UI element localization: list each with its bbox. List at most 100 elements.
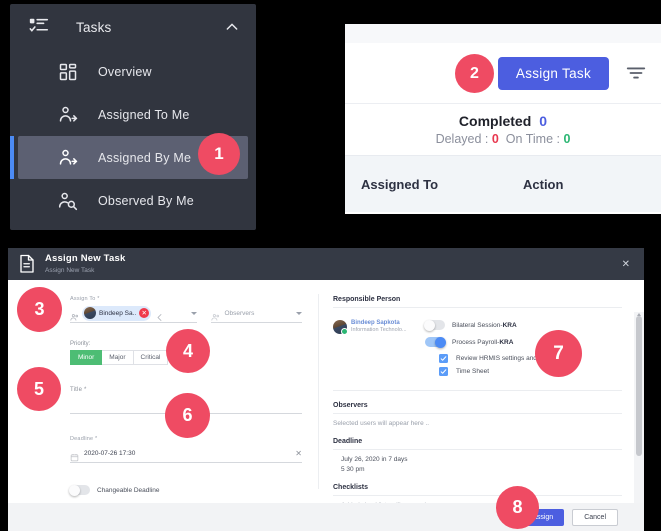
chevron-down-icon[interactable] xyxy=(191,311,198,315)
observers-placeholder-text: Selected users will appear here .. xyxy=(333,420,430,427)
clear-deadline-icon[interactable]: ✕ xyxy=(295,449,302,458)
person-text: Bindeep Sapkota Information Technolo... xyxy=(351,320,407,380)
deadline-input[interactable]: 2020-07-26 17:30 ✕ xyxy=(70,444,302,463)
tasks-summary-card: Assign Task Completed 0 Delayed : 0 On Ti… xyxy=(345,24,661,214)
delayed-ontime-line: Delayed : 0 On Time : 0 xyxy=(436,132,571,146)
cancel-button[interactable]: Cancel xyxy=(572,508,618,526)
checkbox-checked-icon[interactable] xyxy=(439,367,448,376)
kra-list: Bilateral Session-KRA Process Payroll-KR… xyxy=(424,319,622,380)
column-header-action: Action xyxy=(523,176,564,192)
collapse-icon[interactable] xyxy=(155,309,164,321)
completed-value: 0 xyxy=(539,113,548,129)
deadline-date-text: July 26, 2020 in 7 days xyxy=(341,456,408,463)
sidebar-item-label: Overview xyxy=(98,64,152,79)
step-badge-5: 5 xyxy=(17,367,61,411)
sidebar-item-observed-by-me[interactable]: Observed By Me xyxy=(18,179,248,222)
assignee-name: Bindeep Sa.. xyxy=(99,309,137,317)
sidebar-section-header-tasks[interactable]: Tasks xyxy=(10,4,256,50)
assignee-chip[interactable]: Bindeep Sa.. ✕ xyxy=(82,305,152,321)
step-badge-7: 7 xyxy=(535,330,582,377)
people-icon xyxy=(211,309,220,321)
delayed-value: 0 xyxy=(491,132,499,146)
checklist-item-label: Time Sheet xyxy=(456,368,489,375)
changeable-deadline-row: Changeable Deadline xyxy=(69,484,302,496)
checklist-item[interactable]: Review HRMIS settings and run payroll xyxy=(439,354,622,363)
changeable-deadline-toggle[interactable] xyxy=(69,484,90,496)
assign-observers-row: Assign To * Bindeep Sa.. ✕ Observers xyxy=(70,296,302,323)
completed-line: Completed 0 xyxy=(459,113,547,129)
modal-header: Assign New Task Assign New Task ✕ xyxy=(8,248,644,280)
chevron-down-icon[interactable] xyxy=(296,311,302,315)
priority-minor-button[interactable]: Minor xyxy=(70,350,103,365)
observers-preview-section: Observers Selected users will appear her… xyxy=(333,402,622,427)
grid-icon xyxy=(58,62,78,82)
sidebar-item-label: Observed By Me xyxy=(98,193,194,208)
remove-assignee-icon[interactable]: ✕ xyxy=(139,308,150,318)
screenshot-root: Tasks Overview Assigned To Me Assigned B… xyxy=(0,0,661,531)
kra-label: Process Payroll-KRA xyxy=(452,338,514,346)
modal-subtitle: Assign New Task xyxy=(45,266,95,274)
kra-row: Process Payroll-KRA xyxy=(425,336,622,348)
kra-badge: KRA xyxy=(502,321,517,329)
assign-to-input[interactable]: Bindeep Sa.. ✕ xyxy=(70,304,198,323)
sidebar-item-label: Assigned To Me xyxy=(98,107,190,122)
checklist-item[interactable]: Time Sheet xyxy=(439,367,622,376)
avatar xyxy=(333,320,348,335)
sidebar-item-label: Assigned By Me xyxy=(98,150,192,165)
checklists-preview-section: Checklists Added checklists will appear … xyxy=(333,484,622,503)
column-header-assigned-to: Assigned To xyxy=(361,176,439,192)
modal-footer: Assign Cancel xyxy=(8,503,644,531)
modal-vertical-scrollbar[interactable] xyxy=(634,312,644,503)
kra-toggle-bilateral-session[interactable] xyxy=(424,319,445,331)
step-badge-4: 4 xyxy=(166,329,210,373)
delayed-label: Delayed : xyxy=(435,132,489,146)
priority-major-button[interactable]: Major xyxy=(102,350,134,365)
document-icon xyxy=(18,254,36,274)
observers-placeholder: Observers xyxy=(224,309,255,317)
responsible-person-heading: Responsible Person xyxy=(333,296,622,308)
user-search-icon xyxy=(58,191,78,211)
sidebar-item-assigned-to-me[interactable]: Assigned To Me xyxy=(18,93,248,136)
observers-field-group: . Observers xyxy=(211,296,302,323)
tasks-table-header: Assigned To Action xyxy=(345,156,661,212)
deadline-heading: Deadline xyxy=(333,438,622,450)
step-badge-2: 2 xyxy=(455,54,494,93)
chevron-up-icon[interactable] xyxy=(224,19,240,35)
priority-critical-button[interactable]: Critical xyxy=(133,350,169,365)
step-badge-8: 8 xyxy=(496,486,539,529)
checklists-heading: Checklists xyxy=(333,484,622,496)
kra-label: Bilateral Session-KRA xyxy=(452,321,517,329)
sidebar-item-overview[interactable]: Overview xyxy=(18,50,248,93)
filter-icon[interactable] xyxy=(625,62,647,84)
assign-task-button[interactable]: Assign Task xyxy=(497,56,609,90)
completed-label: Completed xyxy=(458,113,532,129)
deadline-field-group: Deadline * 2020-07-26 17:30 ✕ xyxy=(70,436,302,463)
kra-badge: KRA xyxy=(499,338,514,346)
assign-new-task-modal: Assign New Task Assign New Task ✕ Assign… xyxy=(8,248,644,531)
user-arrow-in-icon xyxy=(58,105,78,125)
observers-input[interactable]: Observers xyxy=(211,304,302,323)
kra-toggle-process-payroll[interactable] xyxy=(425,336,446,348)
person-name: Bindeep Sapkota xyxy=(351,320,400,326)
assign-to-field-group: Assign To * Bindeep Sa.. ✕ xyxy=(70,296,198,323)
deadline-value: 2020-07-26 17:30 xyxy=(84,449,136,457)
completed-stats: Completed 0 Delayed : 0 On Time : 0 xyxy=(345,104,661,156)
modal-body: Assign To * Bindeep Sa.. ✕ Observers Pri… xyxy=(8,280,644,503)
deadline-time-text: 5 30 pm xyxy=(341,466,365,473)
assign-to-label: Assign To * xyxy=(70,296,100,302)
scrollbar-thumb[interactable] xyxy=(636,316,642,456)
person-role: Information Technolo... xyxy=(351,327,407,333)
calendar-icon xyxy=(70,449,79,461)
step-badge-6: 6 xyxy=(165,393,210,438)
responsible-person-card: Bindeep Sapkota Information Technolo... xyxy=(333,320,413,380)
kra-row: Bilateral Session-KRA xyxy=(424,319,622,331)
people-icon xyxy=(70,309,79,321)
close-icon[interactable]: ✕ xyxy=(618,255,634,274)
avatar xyxy=(84,307,96,319)
card-action-row: Assign Task xyxy=(345,43,661,104)
sidebar-section-title: Tasks xyxy=(76,19,112,35)
user-arrow-out-icon xyxy=(58,148,78,168)
modal-right-preview: Responsible Person Bindeep Sapkota Infor… xyxy=(319,280,644,503)
checkbox-checked-icon[interactable] xyxy=(439,354,448,363)
changeable-deadline-label: Changeable Deadline xyxy=(97,486,160,494)
